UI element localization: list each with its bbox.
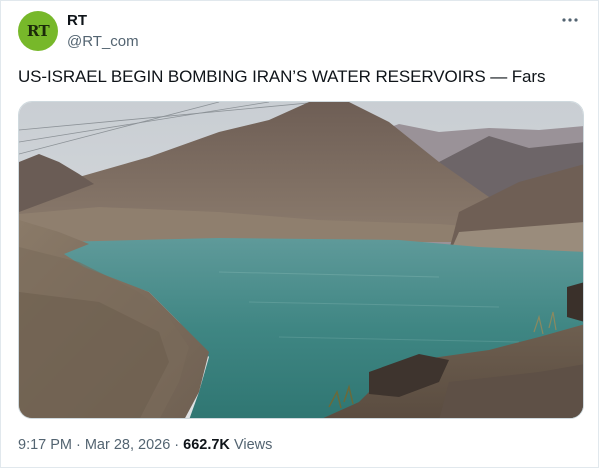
- tweet-card: RT RT @RT_com US-ISRAEL BEGIN BOMBING IR…: [0, 0, 599, 468]
- avatar-logo-text: RT: [26, 22, 50, 40]
- reservoir-photo-image: [19, 102, 583, 418]
- views-label: Views: [233, 437, 273, 453]
- author-avatar[interactable]: RT: [18, 11, 58, 51]
- tweet-date[interactable]: Mar 28, 2026: [85, 437, 170, 453]
- tweet-metadata: 9:17 PM · Mar 28, 2026 · 662.7K Views: [18, 437, 272, 453]
- author-handle[interactable]: @RT_com: [67, 33, 139, 50]
- tweet-text: US-ISRAEL BEGIN BOMBING IRAN’S WATER RES…: [18, 67, 546, 86]
- meta-separator: ·: [76, 437, 81, 453]
- tweet-time[interactable]: 9:17 PM: [18, 437, 72, 453]
- tweet-media-photo[interactable]: [18, 101, 584, 419]
- author-name[interactable]: RT: [67, 12, 87, 29]
- more-horizontal-icon: [562, 18, 578, 22]
- meta-separator: ·: [174, 437, 180, 453]
- views-count: 662.7K: [183, 437, 230, 453]
- more-options-button[interactable]: [561, 11, 579, 29]
